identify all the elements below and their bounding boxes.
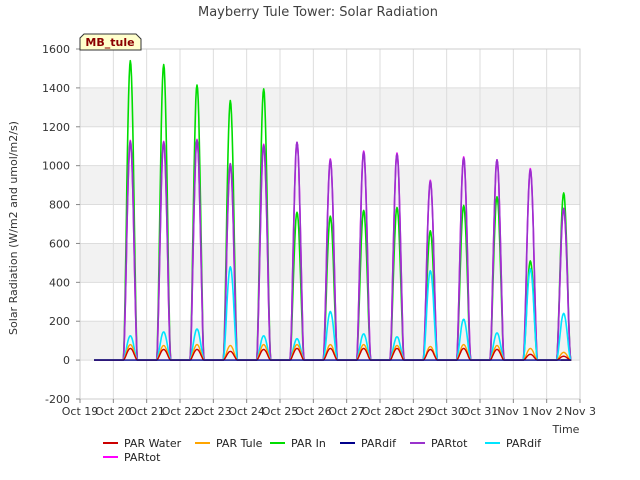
- x-tick-label: Oct 19: [62, 405, 99, 418]
- legend-label: PARdif: [361, 437, 397, 450]
- x-tick-label: Oct 22: [162, 405, 199, 418]
- solar-radiation-chart: -20002004006008001000120014001600 Oct 19…: [7, 5, 596, 464]
- x-tick-label: Oct 25: [262, 405, 299, 418]
- y-tick-label: 800: [49, 199, 70, 212]
- legend-label: PARdif: [506, 437, 542, 450]
- legend-label: PAR Water: [124, 437, 182, 450]
- background-band: [80, 87, 580, 127]
- x-tick-label: Oct 21: [128, 405, 165, 418]
- x-tick-label: Oct 31: [462, 405, 499, 418]
- x-tick-label: Oct 23: [195, 405, 232, 418]
- background-band: [80, 243, 580, 283]
- x-tick-label: Nov 2: [531, 405, 563, 418]
- x-tick-label: Nov 1: [497, 405, 529, 418]
- background-band: [80, 321, 580, 361]
- x-tick-label: Oct 26: [295, 405, 332, 418]
- legend-item-2: PAR In: [270, 437, 326, 450]
- x-axis-ticks: Oct 19Oct 20Oct 21Oct 22Oct 23Oct 24Oct …: [62, 399, 596, 418]
- station-badge: MB_tule: [79, 33, 142, 51]
- x-tick-label: Oct 24: [228, 405, 265, 418]
- legend-item-1: PAR Tule: [195, 437, 263, 450]
- y-tick-label: 400: [49, 276, 70, 289]
- legend-item-4: PARtot: [410, 437, 468, 450]
- y-tick-label: 1200: [42, 121, 70, 134]
- y-tick-label: 1000: [42, 160, 70, 173]
- y-tick-label: 0: [63, 354, 70, 367]
- legend-label: PAR In: [291, 437, 326, 450]
- x-tick-label: Nov 3: [564, 405, 596, 418]
- legend-label: PAR Tule: [216, 437, 263, 450]
- station-badge-label: MB_tule: [85, 36, 134, 49]
- x-tick-label: Oct 30: [428, 405, 465, 418]
- chart-title: Mayberry Tule Tower: Solar Radiation: [198, 5, 438, 20]
- legend-item-0: PAR Water: [103, 437, 182, 450]
- background-band: [80, 165, 580, 205]
- y-tick-label: 1600: [42, 43, 70, 56]
- legend-label: PARtot: [431, 437, 468, 450]
- y-tick-label: 200: [49, 315, 70, 328]
- x-tick-label: Oct 20: [95, 405, 132, 418]
- legend-item-3: PARdif: [340, 437, 397, 450]
- x-tick-label: Oct 29: [395, 405, 432, 418]
- y-axis-ticks: -20002004006008001000120014001600: [42, 43, 80, 406]
- legend-item-6: PARtot: [103, 451, 161, 464]
- y-tick-label: 1400: [42, 82, 70, 95]
- x-tick-label: Oct 28: [362, 405, 399, 418]
- y-axis-label: Solar Radiation (W/m2 and umol/m2/s): [7, 121, 20, 335]
- y-tick-label: 600: [49, 237, 70, 250]
- legend: PAR Water PAR Tule PAR In PARdif PARtot PARdi…: [103, 437, 542, 464]
- x-tick-label: Oct 27: [328, 405, 365, 418]
- legend-item-5: PARdif: [485, 437, 542, 450]
- x-axis-label: Time: [552, 423, 580, 436]
- legend-label: PARtot: [124, 451, 161, 464]
